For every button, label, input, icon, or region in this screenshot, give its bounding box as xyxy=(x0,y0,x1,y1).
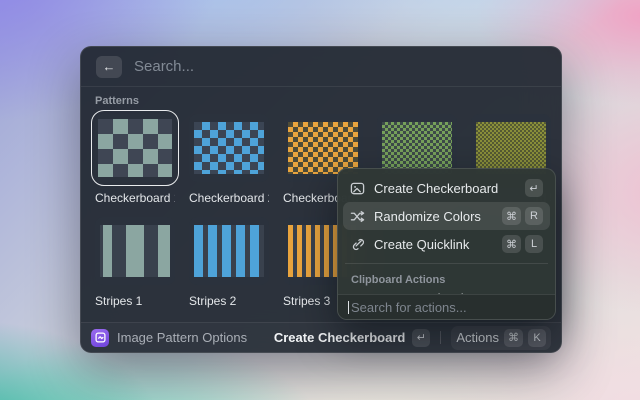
pattern-card[interactable] xyxy=(95,217,175,285)
actions-context-menu: Create Checkerboard ↵ Randomize Colors ⌘… xyxy=(337,168,556,320)
checkerboard-3-preview xyxy=(288,122,358,174)
status-bar: Image Pattern Options Create Checkerboar… xyxy=(81,322,561,352)
pattern-card[interactable] xyxy=(95,114,175,182)
k-key-badge: K xyxy=(528,329,546,347)
image-icon xyxy=(350,181,365,196)
search-bar: ← Search... xyxy=(81,47,561,87)
text-cursor xyxy=(348,301,349,314)
pattern-cell[interactable]: Stripes 2 xyxy=(189,217,269,308)
primary-action-button[interactable]: Create Checkerboard xyxy=(274,330,406,345)
menu-item-label: Create Quicklink xyxy=(374,237,469,252)
menu-item-randomize-colors[interactable]: Randomize Colors ⌘ R xyxy=(343,202,550,230)
pattern-label: Checkerboard 1 xyxy=(95,191,175,205)
cmd-key-badge: ⌘ xyxy=(504,329,523,347)
menu-divider xyxy=(345,263,548,264)
pattern-label: Stripes 1 xyxy=(95,294,175,308)
back-arrow-icon: ← xyxy=(103,59,116,74)
cmd-key-badge: ⌘ xyxy=(502,235,521,253)
menu-search-bar[interactable]: Search for actions... xyxy=(338,294,555,319)
checkerboard-1-preview xyxy=(98,119,172,177)
r-key-badge: R xyxy=(525,207,543,225)
link-icon xyxy=(350,237,365,252)
pattern-cell[interactable]: Checkerboard 1 xyxy=(95,114,175,205)
pattern-label: Stripes 2 xyxy=(189,294,269,308)
l-key-badge: L xyxy=(525,235,543,253)
pattern-cell[interactable]: Stripes 1 xyxy=(95,217,175,308)
section-label-patterns: Patterns xyxy=(95,95,561,107)
menu-list: Create Checkerboard ↵ Randomize Colors ⌘… xyxy=(338,169,555,294)
menu-item-create-quicklink[interactable]: Create Quicklink ⌘ L xyxy=(343,230,550,258)
stripes-2-preview xyxy=(194,225,264,277)
pattern-cell[interactable]: Checkerboard 2 xyxy=(189,114,269,205)
shuffle-icon xyxy=(350,209,365,224)
stripes-1-preview xyxy=(100,225,170,277)
menu-item-label: Randomize Colors xyxy=(374,209,481,224)
actions-button[interactable]: Actions ⌘ K xyxy=(451,326,551,350)
menu-item-label: Create Checkerboard xyxy=(374,181,498,196)
search-input[interactable]: Search... xyxy=(134,58,194,75)
pattern-card[interactable] xyxy=(189,217,269,285)
cmd-key-badge: ⌘ xyxy=(502,207,521,225)
back-button[interactable]: ← xyxy=(96,56,122,78)
menu-item-create-checkerboard[interactable]: Create Checkerboard ↵ xyxy=(343,174,550,202)
actions-label: Actions xyxy=(456,330,499,345)
checkerboard-2-preview xyxy=(194,122,264,174)
checkerboard-5-preview xyxy=(476,122,546,174)
checkerboard-4-preview xyxy=(382,122,452,174)
menu-search-input[interactable]: Search for actions... xyxy=(351,300,467,315)
app-label: Image Pattern Options xyxy=(117,330,247,345)
return-key-badge: ↵ xyxy=(412,329,430,347)
image-pattern-icon xyxy=(91,329,109,347)
statusbar-divider xyxy=(440,331,441,344)
pattern-label: Checkerboard 2 xyxy=(189,191,269,205)
return-key-badge: ↵ xyxy=(525,179,543,197)
menu-section-clipboard-actions: Clipboard Actions xyxy=(343,269,550,292)
pattern-card[interactable] xyxy=(189,114,269,182)
